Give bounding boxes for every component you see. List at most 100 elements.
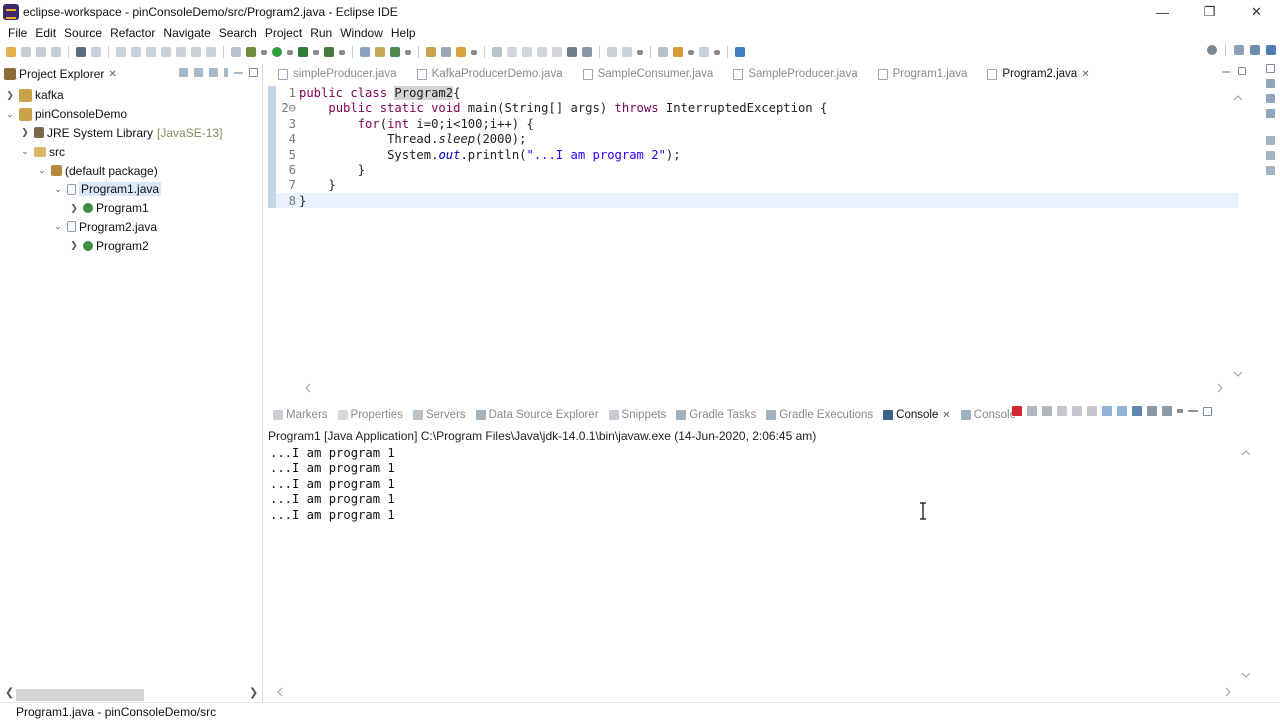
menu-window[interactable]: Window	[336, 26, 387, 40]
outline-view-icon[interactable]	[1265, 79, 1275, 88]
run-dropdown-icon[interactable]	[287, 49, 293, 55]
tab-gradle-tasks[interactable]: Gradle Tasks	[671, 405, 761, 425]
step-over-icon[interactable]	[191, 47, 201, 57]
new-class-dropdown-icon[interactable]	[405, 49, 411, 55]
terminate-icon[interactable]	[1012, 406, 1022, 416]
new-package-icon[interactable]	[375, 47, 385, 57]
open-console-icon[interactable]	[1162, 406, 1172, 416]
menu-source[interactable]: Source	[60, 26, 106, 40]
show-annotation-icon[interactable]	[582, 47, 592, 57]
tree-item-pinconsoledemo[interactable]: ⌄ pinConsoleDemo	[0, 105, 262, 124]
show-on-error-icon[interactable]	[1117, 406, 1127, 416]
external-tools-dropdown-icon[interactable]	[339, 49, 345, 55]
search-dropdown-icon[interactable]	[471, 49, 477, 55]
scroll-left-icon[interactable]	[277, 687, 283, 697]
tab-sampleconsumer[interactable]: SampleConsumer.java	[573, 64, 724, 84]
tab-data-source-explorer[interactable]: Data Source Explorer	[471, 405, 604, 425]
close-icon[interactable]: ✕	[108, 69, 116, 80]
tree-item-kafka[interactable]: ❯ kafka	[0, 86, 262, 105]
scrollbar-thumb[interactable]	[16, 689, 144, 701]
new-icon[interactable]	[6, 47, 16, 57]
minimize-view-icon[interactable]	[234, 72, 243, 74]
menu-refactor[interactable]: Refactor	[106, 26, 159, 40]
resume-icon[interactable]	[116, 47, 126, 57]
tree-item-program2-class[interactable]: ❯ Program2	[0, 236, 262, 255]
maximize-view-icon[interactable]	[1238, 67, 1246, 75]
maximize-view-icon[interactable]	[1203, 406, 1212, 416]
chevron-right-icon[interactable]: ❯	[68, 240, 80, 251]
console-horizontal-scrollbar[interactable]	[272, 686, 1236, 698]
pin-editor-icon[interactable]	[735, 47, 745, 57]
search-tool-icon[interactable]	[456, 47, 466, 57]
save-icon[interactable]	[21, 47, 31, 57]
tree-item-default-package[interactable]: ⌄ (default package)	[0, 161, 262, 180]
save-all-icon[interactable]	[36, 47, 46, 57]
javadoc-icon[interactable]	[1265, 151, 1275, 160]
minimize-button[interactable]: —	[1139, 0, 1186, 24]
tab-gradle-executions[interactable]: Gradle Executions	[761, 405, 878, 425]
scroll-down-icon[interactable]	[1241, 672, 1251, 678]
tab-markers[interactable]: Markers	[268, 405, 333, 425]
scroll-lock-icon[interactable]	[1072, 406, 1082, 416]
minimize-view-icon[interactable]	[1188, 410, 1198, 412]
next-annotation-icon[interactable]	[607, 47, 617, 57]
toggle-word-wrap-icon[interactable]	[507, 47, 517, 57]
terminate-icon[interactable]	[146, 47, 156, 57]
tab-kafkaproducerdemo[interactable]: KafkaProducerDemo.java	[407, 64, 573, 84]
link-with-editor-icon[interactable]	[194, 68, 203, 77]
open-perspective-icon[interactable]	[1234, 45, 1244, 55]
show-on-output-icon[interactable]	[1102, 406, 1112, 416]
task-list-icon[interactable]	[1265, 94, 1275, 103]
tab-project-explorer[interactable]: Project Explorer ✕	[0, 64, 121, 84]
tab-properties[interactable]: Properties	[333, 405, 408, 425]
annotation-dropdown-icon[interactable]	[637, 49, 643, 55]
close-icon[interactable]: ✕	[942, 410, 950, 421]
scroll-up-icon[interactable]	[1233, 95, 1243, 101]
tab-simpleproducer[interactable]: simpleProducer.java	[268, 64, 407, 84]
scroll-right-icon[interactable]: ❯	[249, 686, 258, 699]
close-button[interactable]: ✕	[1233, 0, 1280, 24]
tab-servers[interactable]: Servers	[408, 405, 471, 425]
tree-item-jre-library[interactable]: ❯ JRE System Library [JavaSE-13]	[0, 124, 262, 143]
previous-annotation-icon[interactable]	[622, 47, 632, 57]
search-icon[interactable]	[1207, 45, 1217, 55]
back-dropdown-icon[interactable]	[688, 49, 694, 55]
clear-console-icon[interactable]	[1057, 406, 1067, 416]
skip-breakpoints-icon[interactable]	[91, 47, 101, 57]
tab-program2[interactable]: Program2.java ✕	[977, 64, 1099, 84]
terminal-icon[interactable]	[76, 47, 86, 57]
spring-explorer-icon[interactable]	[1265, 109, 1275, 118]
tree-item-program2-java[interactable]: ⌄ Program2.java	[0, 218, 262, 237]
tab-program1[interactable]: Program1.java	[868, 64, 978, 84]
view-menu-icon[interactable]	[1177, 409, 1183, 413]
scroll-up-icon[interactable]	[1241, 450, 1251, 456]
tab-sampleproducer[interactable]: SampleProducer.java	[723, 64, 867, 84]
pin-console-icon[interactable]	[1132, 406, 1142, 416]
scroll-left-icon[interactable]	[305, 383, 311, 393]
print-icon[interactable]	[51, 47, 61, 57]
display-console-icon[interactable]	[1147, 406, 1157, 416]
chevron-right-icon[interactable]: ❯	[19, 127, 31, 138]
chevron-right-icon[interactable]: ❯	[4, 90, 16, 101]
chevron-down-icon[interactable]: ⌄	[4, 109, 16, 120]
maximize-view-icon[interactable]	[249, 68, 258, 77]
scroll-down-icon[interactable]	[1233, 371, 1243, 377]
new-java-project-icon[interactable]	[360, 47, 370, 57]
tree-item-src[interactable]: ⌄ src	[0, 142, 262, 161]
step-return-icon[interactable]	[206, 47, 216, 57]
tab-snippets[interactable]: Snippets	[604, 405, 672, 425]
tree-item-program1-java[interactable]: ⌄ Program1.java	[0, 180, 262, 199]
declaration-icon[interactable]	[1265, 166, 1275, 175]
toggle-breadcrumb-icon[interactable]	[567, 47, 577, 57]
maximize-button[interactable]: ❐	[1186, 0, 1233, 24]
problems-icon[interactable]	[1265, 136, 1275, 145]
word-wrap-icon[interactable]	[1087, 406, 1097, 416]
menu-run[interactable]: Run	[306, 26, 336, 40]
menu-help[interactable]: Help	[387, 26, 420, 40]
console-vertical-scrollbar[interactable]	[1240, 447, 1252, 681]
scroll-right-icon[interactable]	[1225, 687, 1231, 697]
menu-file[interactable]: File	[4, 26, 31, 40]
filter-icon[interactable]	[209, 68, 218, 77]
external-tools-icon[interactable]	[324, 47, 334, 57]
step-into-icon[interactable]	[176, 47, 186, 57]
